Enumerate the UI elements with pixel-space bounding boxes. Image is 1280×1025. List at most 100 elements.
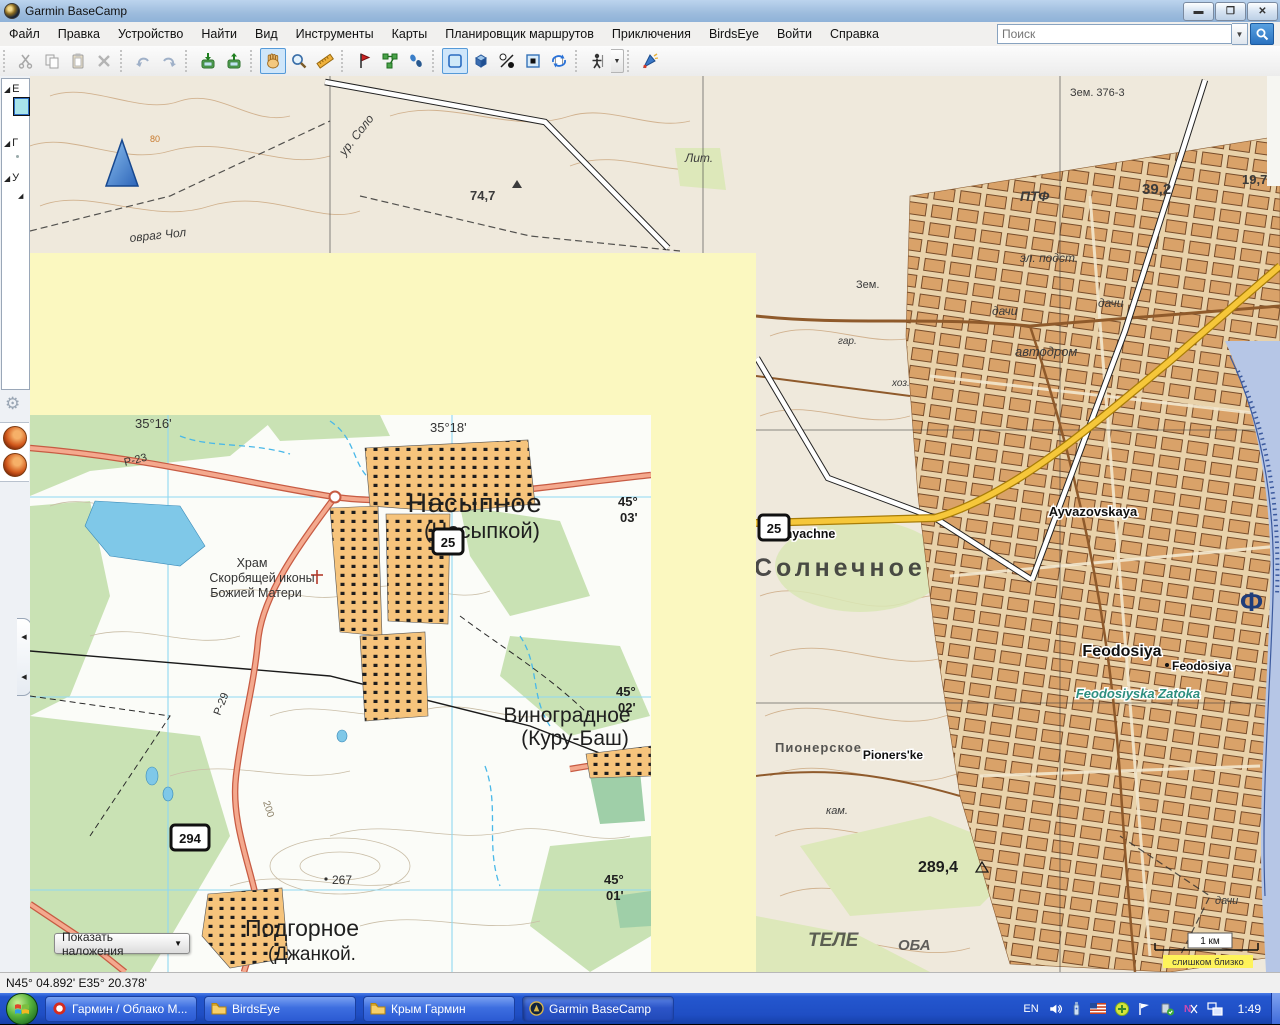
toolbar: ▼ xyxy=(0,46,1280,77)
menu-item-help[interactable]: Справка xyxy=(821,23,888,45)
map-2d-button[interactable] xyxy=(442,48,468,74)
activity-profile-button[interactable] xyxy=(585,48,611,74)
overlay-pionerske: Pioners'ke xyxy=(863,748,924,762)
search-input[interactable] xyxy=(997,24,1232,44)
menu-item-adventures[interactable]: Приключения xyxy=(603,23,700,45)
close-button[interactable]: ✕ xyxy=(1247,2,1278,21)
expand-triangle-icon: ◢ xyxy=(4,174,10,183)
map-3d-button[interactable] xyxy=(468,48,494,74)
receive-from-device-button[interactable] xyxy=(195,48,221,74)
grid-lat45c: 45° xyxy=(604,872,624,887)
birdseye-download-button[interactable] xyxy=(637,48,663,74)
opera-icon xyxy=(52,1001,67,1016)
taskbar-item-krym-folder[interactable]: Крым Гармин xyxy=(363,996,515,1022)
search-button[interactable] xyxy=(1250,23,1274,45)
detail-level-button[interactable] xyxy=(494,48,520,74)
tree-item-label: Е xyxy=(12,83,19,95)
menu-item-edit[interactable]: Правка xyxy=(49,23,109,45)
elevation-197: 19,7 xyxy=(1242,172,1267,187)
window-title: Garmin BaseCamp xyxy=(25,4,127,18)
kam-label: кам. xyxy=(826,805,848,817)
tree-item-1[interactable]: ◢Е xyxy=(4,83,29,95)
garmin-swirl-icon[interactable] xyxy=(3,426,27,450)
zoom-tool-button[interactable] xyxy=(286,48,312,74)
status-bar: N45° 04.892' E35° 20.378' xyxy=(0,972,1280,993)
action-center-flag-icon[interactable] xyxy=(1138,1002,1151,1016)
us-flag-icon[interactable] xyxy=(1090,1003,1106,1014)
map-canvas[interactable]: овраг Чол ур. Соло Лит. 80 Зем. 376-3 74… xyxy=(30,76,1280,972)
town-dzhankoi: (Джанкой. xyxy=(268,944,356,965)
pan-tool-button[interactable] xyxy=(260,48,286,74)
garmin-swirl-icon[interactable] xyxy=(3,453,27,477)
delete-button[interactable] xyxy=(91,48,117,74)
cursor-coordinates: N45° 04.892' E35° 20.378' xyxy=(6,976,147,990)
undo-button[interactable] xyxy=(130,48,156,74)
menu-item-tools[interactable]: Инструменты xyxy=(287,23,383,45)
network-icon[interactable] xyxy=(1207,1002,1223,1016)
copy-icon xyxy=(43,52,61,70)
magnifier-icon xyxy=(290,52,308,70)
restore-button[interactable]: ❐ xyxy=(1215,2,1246,21)
clock[interactable]: 1:49 xyxy=(1238,1002,1261,1016)
expand-triangle-icon: ◢ xyxy=(18,192,29,200)
menu-item-maps[interactable]: Карты xyxy=(383,23,437,45)
dachi-label-3: дачи xyxy=(1215,895,1238,907)
substation-label: эл. подст. xyxy=(1020,251,1078,265)
expand-triangle-icon: ◢ xyxy=(4,139,10,148)
tree-item-2[interactable]: ◢Г xyxy=(4,137,29,149)
safely-remove-usb-icon[interactable] xyxy=(1160,1002,1175,1016)
send-to-device-button[interactable] xyxy=(221,48,247,74)
search-dropdown[interactable]: ▼ xyxy=(1232,23,1248,45)
waypoint-tool-button[interactable] xyxy=(351,48,377,74)
waypoint-flag-icon xyxy=(355,52,373,70)
map-2d-icon xyxy=(446,52,464,70)
menu-item-device[interactable]: Устройство xyxy=(109,23,192,45)
selected-list-icon[interactable] xyxy=(14,98,29,115)
menu-item-route-planner[interactable]: Планировщик маршрутов xyxy=(436,23,603,45)
grid-lat01: 01' xyxy=(606,888,624,903)
menu-item-find[interactable]: Найти xyxy=(192,23,246,45)
menu-item-signin[interactable]: Войти xyxy=(768,23,821,45)
measure-tool-button[interactable] xyxy=(312,48,338,74)
menu-item-birdseye[interactable]: BirdsEye xyxy=(700,23,768,45)
cut-button[interactable] xyxy=(13,48,39,74)
language-indicator[interactable]: EN xyxy=(1023,1003,1038,1015)
activity-profile-dropdown[interactable]: ▼ xyxy=(611,49,624,73)
netcut-icon[interactable]: N xyxy=(1184,1002,1198,1016)
lit-label: Лит. xyxy=(684,151,713,165)
basecamp-app-icon xyxy=(529,1001,544,1016)
usb-device-icon[interactable] xyxy=(1072,1001,1081,1016)
copy-button[interactable] xyxy=(39,48,65,74)
track-tool-button[interactable] xyxy=(403,48,429,74)
library-tree-panel: ◢Е ◢Г ◢У ◢ xyxy=(1,78,30,390)
route-tool-button[interactable] xyxy=(377,48,403,74)
show-desktop-strip[interactable] xyxy=(1271,993,1280,1024)
town-vinogradnoe: Виноградное xyxy=(503,704,630,727)
training-panel xyxy=(0,422,29,482)
refresh-map-button[interactable] xyxy=(546,48,572,74)
tree-item-3[interactable]: ◢У xyxy=(4,172,29,184)
delete-x-icon xyxy=(95,52,113,70)
start-button[interactable] xyxy=(6,993,38,1025)
menu-item-file[interactable]: Файл xyxy=(0,23,49,45)
show-overlays-dropdown[interactable]: Показать наложения ▼ xyxy=(54,933,190,954)
gear-icon[interactable]: ⚙ xyxy=(5,394,20,414)
antivirus-icon[interactable] xyxy=(1115,1002,1129,1016)
route-shield-25-inset: 25 xyxy=(433,529,463,554)
taskbar-item-basecamp[interactable]: Garmin BaseCamp xyxy=(522,996,674,1022)
show-overlays-label: Показать наложения xyxy=(62,930,174,958)
grid-lat45b: 45° xyxy=(616,684,636,699)
taskbar-item-opera[interactable]: Гармин / Облако M... xyxy=(45,996,197,1022)
redo-button[interactable] xyxy=(156,48,182,74)
taskbar-item-birdseye-folder[interactable]: BirdsEye xyxy=(204,996,356,1022)
spot-height-267: 267 xyxy=(332,873,352,887)
volume-icon[interactable] xyxy=(1048,1002,1063,1016)
tree-item-label: У xyxy=(12,172,19,184)
menu-item-view[interactable]: Вид xyxy=(246,23,287,45)
tree-bullet xyxy=(16,155,19,158)
fullscreen-button[interactable] xyxy=(520,48,546,74)
minimize-button[interactable]: ▬ xyxy=(1183,2,1214,21)
paste-button[interactable] xyxy=(65,48,91,74)
grid-lon18: 35°18' xyxy=(430,420,467,435)
jet-icon xyxy=(641,52,659,70)
